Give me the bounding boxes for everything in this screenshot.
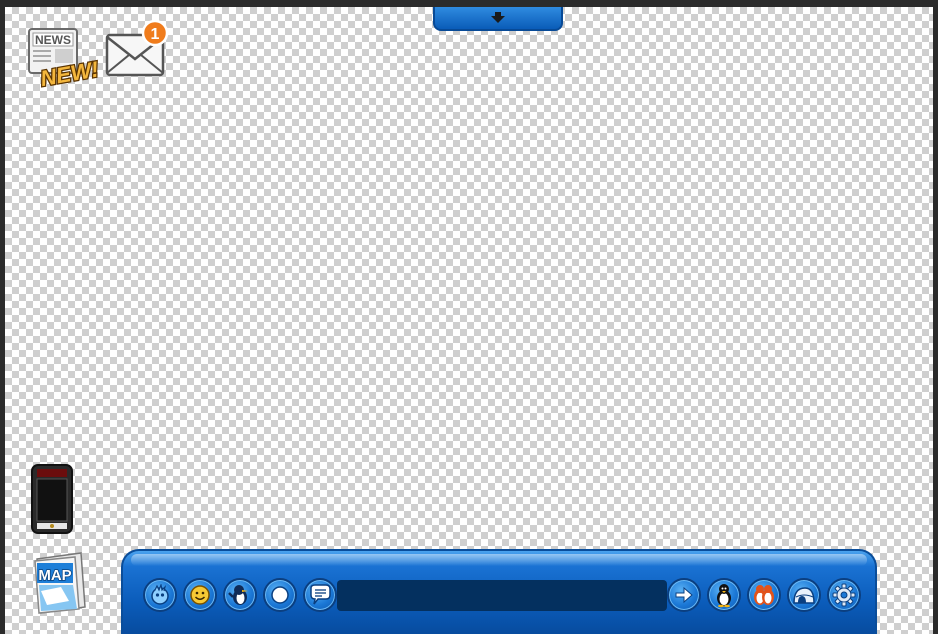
down-arrow-icon [491, 12, 505, 23]
bottom-toolbar [121, 549, 877, 634]
top-drop-tab[interactable] [433, 7, 563, 31]
snowball-button[interactable] [263, 578, 297, 612]
igloo-button[interactable] [787, 578, 821, 612]
send-button[interactable] [667, 578, 701, 612]
igloo-icon [793, 587, 815, 604]
chat-input[interactable] [337, 580, 667, 611]
puffle-button[interactable] [143, 578, 177, 612]
emote-button[interactable] [183, 578, 217, 612]
map-button[interactable]: MAP [31, 551, 89, 615]
epf-phone-button[interactable] [29, 463, 75, 535]
map-icon: MAP [34, 552, 86, 614]
chat-bubble-icon [310, 584, 331, 605]
game-viewport: NEWS NEW! 1 MAP [5, 7, 933, 634]
unread-count: 1 [151, 26, 160, 43]
send-arrow-icon [675, 586, 693, 604]
chat-bubble-button[interactable] [303, 578, 337, 612]
epf-phone-icon [31, 464, 73, 534]
map-label: MAP [38, 567, 71, 584]
envelope-icon: 1 [105, 19, 169, 77]
newspaper-button[interactable]: NEWS NEW! [27, 27, 103, 89]
newspaper-icon: NEWS NEW! [28, 28, 102, 89]
action-button[interactable] [223, 578, 257, 612]
settings-button[interactable] [827, 578, 861, 612]
buddy-list-button[interactable] [747, 578, 781, 612]
action-penguin-icon [228, 585, 248, 605]
snowball-icon [271, 586, 289, 604]
player-card-icon [717, 584, 731, 608]
news-header-text: NEWS [35, 33, 71, 47]
puffle-icon [151, 584, 169, 605]
player-card-button[interactable] [707, 578, 741, 612]
toolbar-sheen [131, 554, 867, 566]
settings-gear-icon [832, 583, 856, 607]
emote-icon [190, 585, 210, 605]
buddy-list-icon [754, 585, 774, 605]
mail-button[interactable]: 1 [103, 17, 169, 77]
